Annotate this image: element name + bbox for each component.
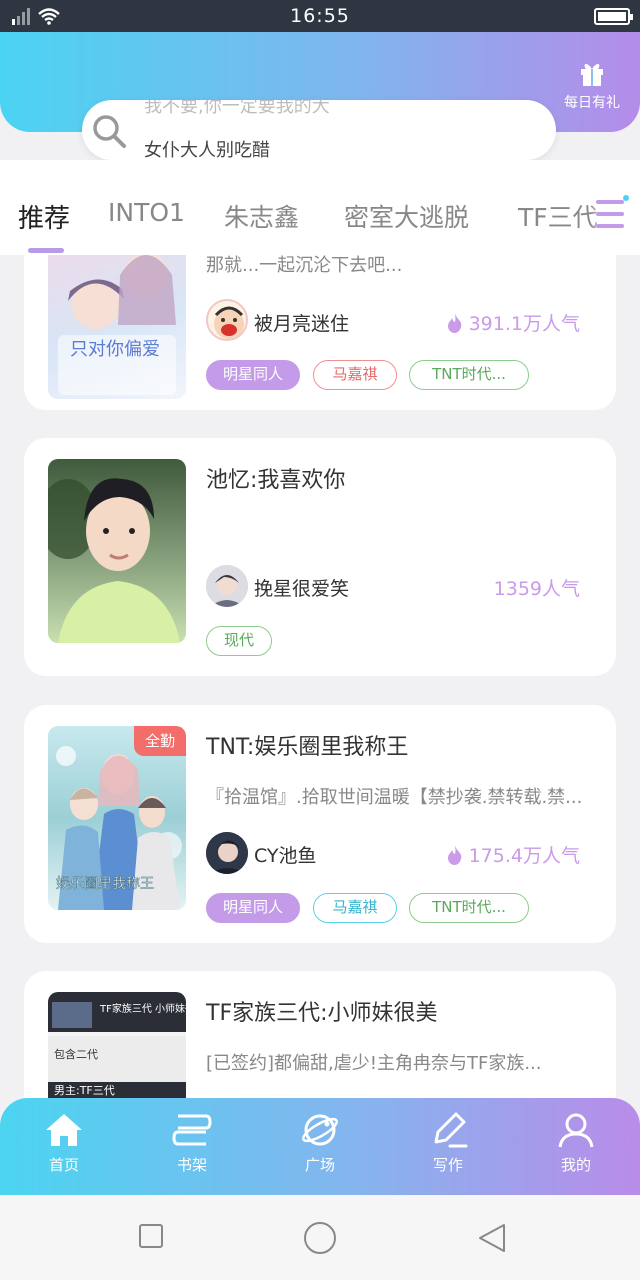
search-bar[interactable]: 我不要,你一定要我的大 女仆大人别吃醋 [82,100,556,160]
book-cover: 只对你偏爱 [48,255,186,399]
system-nav-bar [0,1195,640,1280]
avatar-image [206,565,248,607]
clock: 16:55 [290,5,350,27]
book-cover [48,459,186,643]
book-title: 池忆:我喜欢你 [206,468,346,493]
book-card[interactable]: TF家族三代 小师妹很美 包含二代 男主:TF三代 TF家族三代:小师妹很美 [… [24,971,616,1098]
book-tag[interactable]: 现代 [206,626,272,656]
book-tag[interactable]: 明星同人 [206,893,300,923]
popularity-text: 175.4万人气 [468,845,580,867]
avatar [206,832,248,874]
book-tag[interactable]: TNT时代... [409,360,529,390]
nav-write-label: 写作 [432,1156,463,1174]
recent-apps-icon[interactable] [138,1223,164,1249]
gift-icon [581,64,603,86]
book-card[interactable]: 只对你偏爱 那就...一起沉沦下去吧... 被月亮迷住 391.1万人气 明星同… [24,255,616,410]
battery-icon [594,8,633,25]
home-circle-icon[interactable] [303,1221,337,1255]
book-desc: 那就...一起沉沦下去吧... [206,255,403,276]
cover-title-text: 只对你偏爱 [70,339,160,360]
home-icon [46,1114,82,1146]
book-tag[interactable]: TNT时代... [409,893,529,923]
nav-bookshelf-label: 书架 [176,1156,207,1174]
nav-profile[interactable]: 我的 [531,1112,621,1175]
bookshelf-icon [172,1114,212,1146]
flame-icon [447,312,461,333]
full-attendance-badge: 全勤 [134,726,186,756]
book-tag[interactable]: 马嘉祺 [313,893,397,923]
avatar [206,565,248,607]
book-popularity: 1359人气 [494,574,580,601]
tab-zhu-zhixin[interactable]: 朱志鑫 [224,198,299,234]
flame-icon [447,844,461,865]
cover-subtitle-text: 包含二代 [54,1047,98,1061]
menu-icon [596,195,629,228]
category-menu-button[interactable] [590,190,640,250]
daily-gift-button[interactable]: 每日有礼 [550,60,634,122]
planet-icon [302,1114,338,1146]
tab-recommend[interactable]: 推荐 [18,198,70,235]
book-tag[interactable]: 马嘉祺 [313,360,397,390]
book-tag[interactable]: 明星同人 [206,360,300,390]
cover-title-text: 娱乐圈里我称王 [56,876,154,892]
book-card[interactable]: 池忆:我喜欢你 挽星很爱笑 1359人气 现代 [24,438,616,676]
search-placeholder: 女仆大人别吃醋 [144,140,270,160]
avatar-image [206,832,248,874]
book-title: TF家族三代:小师妹很美 [206,1001,438,1026]
book-popularity: 175.4万人气 [447,841,580,868]
nav-home-label: 首页 [48,1156,79,1174]
search-rolling-hint: 我不要,你一定要我的大 [144,100,330,117]
book-cover: 娱乐圈里我称王 全勤 [48,726,186,910]
user-icon [558,1113,594,1148]
book-desc: 『拾温馆』.拾取世间温暖【禁抄袭.禁转载.禁... [206,787,583,808]
daily-gift-label: 每日有礼 [564,95,620,111]
cover-subtitle-text: 男主:TF三代 [54,1084,115,1097]
tab-into1[interactable]: INTO1 [108,198,185,227]
cover-title-text: TF家族三代 小师妹很美 [99,1002,186,1015]
book-desc: [已签约]都偏甜,虐少!主角冉奈与TF家族... [206,1053,542,1074]
book-popularity: 391.1万人气 [447,309,580,336]
nav-profile-label: 我的 [560,1156,591,1174]
search-icon [93,115,126,148]
nav-write[interactable]: 写作 [403,1112,493,1175]
book-author: CY池鱼 [254,845,317,867]
popularity-text: 391.1万人气 [468,313,580,335]
nav-square[interactable]: 广场 [275,1112,365,1175]
avatar [206,299,248,341]
avatar-image [214,306,244,339]
book-author: 挽星很爱笑 [254,578,350,600]
bottom-tab-bar: 首页 书架 广场 写作 我的 [0,1098,640,1195]
book-cover-art [48,478,180,643]
tab-escape-room[interactable]: 密室大逃脱 [344,198,469,234]
status-bar: 16:55 [0,0,640,32]
book-card[interactable]: 娱乐圈里我称王 全勤 TNT:娱乐圈里我称王 『拾温馆』.拾取世间温暖【禁抄袭.… [24,705,616,943]
nav-square-label: 广场 [304,1156,335,1174]
back-icon[interactable] [478,1223,506,1253]
category-tabs: 推荐 INTO1 朱志鑫 密室大逃脱 TF三代 [0,160,640,255]
book-title: TNT:娱乐圈里我称王 [206,735,409,760]
book-author: 被月亮迷住 [254,313,350,335]
book-cover-art: 只对你偏爱 [58,255,176,395]
pen-icon [434,1112,468,1148]
book-cover: TF家族三代 小师妹很美 包含二代 男主:TF三代 [48,992,186,1098]
book-cover-art: TF家族三代 小师妹很美 包含二代 男主:TF三代 [48,992,186,1098]
tab-tf-gen3[interactable]: TF三代 [518,198,598,234]
nav-bookshelf[interactable]: 书架 [147,1112,237,1175]
popularity-text: 1359人气 [493,578,580,600]
nav-home[interactable]: 首页 [19,1112,109,1175]
active-tab-indicator [28,248,64,253]
